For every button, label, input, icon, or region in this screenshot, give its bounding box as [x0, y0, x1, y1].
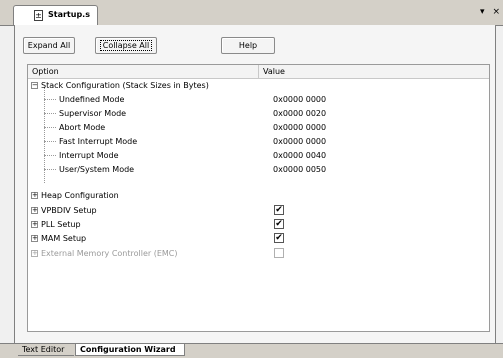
row-value[interactable]: 0x0000 0050 [273, 165, 326, 174]
expand-icon[interactable]: + [31, 235, 38, 242]
expand-icon[interactable]: + [31, 221, 38, 228]
row-label: Undefined Mode [59, 95, 125, 104]
options-grid: Option Value − Stack Configuration (Stac… [27, 64, 490, 332]
tree-row-external-memory-controller[interactable]: + External Memory Controller (EMC) [28, 247, 489, 261]
tab-configuration-wizard[interactable]: Configuration Wizard [75, 344, 185, 356]
close-icon[interactable]: × [492, 7, 500, 17]
tree-row-mam-setup[interactable]: + MAM Setup ✔ [28, 232, 489, 246]
expand-icon[interactable]: + [31, 207, 38, 214]
tree-row-stack-configuration[interactable]: − Stack Configuration (Stack Sizes in By… [28, 79, 489, 93]
checkbox-pll-setup[interactable]: ✔ [274, 219, 284, 229]
row-label: Heap Configuration [41, 191, 119, 200]
window-controls: ▾ × [475, 7, 500, 17]
row-label: MAM Setup [41, 234, 87, 243]
column-divider[interactable] [258, 65, 259, 78]
tree-row-fast-interrupt-mode[interactable]: Fast Interrupt Mode 0x0000 0000 [28, 135, 489, 149]
tree-row-heap-configuration[interactable]: + Heap Configuration [28, 189, 489, 203]
collapse-icon[interactable]: − [31, 82, 38, 89]
row-label: User/System Mode [59, 165, 135, 174]
grid-header: Option Value [28, 65, 489, 79]
column-header-option: Option [32, 67, 59, 76]
tree-row-pll-setup[interactable]: + PLL Setup ✔ [28, 218, 489, 232]
file-tab-label: Startup.s [48, 10, 90, 19]
help-button[interactable]: Help [221, 37, 275, 54]
expand-all-button[interactable]: Expand All [23, 37, 75, 54]
row-value[interactable]: 0x0000 0000 [273, 95, 326, 104]
tree-row-vpbdiv-setup[interactable]: + VPBDIV Setup ✔ [28, 204, 489, 218]
tree-row-undefined-mode[interactable]: Undefined Mode 0x0000 0000 [28, 93, 489, 107]
row-label: Interrupt Mode [59, 151, 119, 160]
column-header-value: Value [263, 67, 285, 76]
checkbox-external-memory-controller[interactable] [274, 248, 284, 258]
row-label: External Memory Controller (EMC) [41, 249, 178, 258]
tree-row-user-system-mode[interactable]: User/System Mode 0x0000 0050 [28, 163, 489, 177]
expand-icon[interactable]: + [31, 250, 38, 257]
row-label: PLL Setup [41, 220, 81, 229]
row-value[interactable]: 0x0000 0040 [273, 151, 326, 160]
asm-file-icon: ± [34, 10, 43, 21]
row-value[interactable]: 0x0000 0020 [273, 109, 326, 118]
row-label: VPBDIV Setup [41, 206, 97, 215]
tab-menu-icon[interactable]: ▾ [480, 7, 485, 17]
row-label: Stack Configuration (Stack Sizes in Byte… [41, 81, 209, 90]
view-tab-strip: Text Editor Configuration Wizard [0, 343, 503, 358]
tree-row-supervisor-mode[interactable]: Supervisor Mode 0x0000 0020 [28, 107, 489, 121]
tab-text-editor[interactable]: Text Editor [18, 344, 74, 356]
row-value[interactable]: 0x0000 0000 [273, 137, 326, 146]
collapse-all-button[interactable]: Collapse All [95, 37, 157, 54]
row-label: Fast Interrupt Mode [59, 137, 138, 146]
file-tab-startup[interactable]: ± Startup.s [13, 5, 98, 26]
row-value[interactable]: 0x0000 0000 [273, 123, 326, 132]
row-label: Abort Mode [59, 123, 106, 132]
checkbox-mam-setup[interactable]: ✔ [274, 233, 284, 243]
configuration-wizard-panel: Expand All Collapse All Help Option Valu… [14, 25, 496, 343]
tree-row-abort-mode[interactable]: Abort Mode 0x0000 0000 [28, 121, 489, 135]
row-label: Supervisor Mode [59, 109, 127, 118]
expand-icon[interactable]: + [31, 192, 38, 199]
checkbox-vpbdiv-setup[interactable]: ✔ [274, 205, 284, 215]
tree-row-interrupt-mode[interactable]: Interrupt Mode 0x0000 0040 [28, 149, 489, 163]
document-tab-strip: ± Startup.s ▾ × [0, 0, 503, 26]
